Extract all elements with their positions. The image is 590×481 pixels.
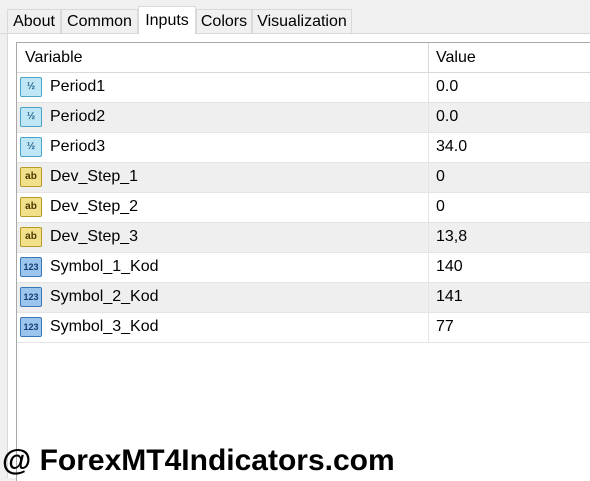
column-divider[interactable] (428, 43, 429, 72)
cell-divider (428, 253, 429, 282)
variable-name: Period2 (50, 108, 106, 125)
variable-value[interactable]: 0.0 (436, 108, 458, 126)
variable-name: Period3 (50, 138, 106, 155)
inputs-panel: Variable Value ½ Period1 0.0 ½ Period2 0.0 ½ Pe… (7, 34, 590, 481)
integer-type-icon: 123 (20, 317, 42, 337)
variable-value[interactable]: 141 (436, 288, 463, 306)
string-type-icon: ab (20, 167, 42, 187)
table-row[interactable]: ab Dev_Step_1 0 (17, 163, 590, 193)
cell-divider (428, 133, 429, 162)
variable-value[interactable]: 0 (436, 168, 445, 186)
cell-divider (428, 223, 429, 252)
watermark-text: @ ForexMT4Indicators.com (2, 444, 395, 477)
variable-name: Symbol_3_Kod (50, 318, 159, 335)
variable-value[interactable]: 0.0 (436, 78, 458, 96)
tab-common[interactable]: Common (61, 9, 138, 33)
cell-divider (428, 283, 429, 312)
variable-name: Period1 (50, 78, 106, 95)
column-header-variable[interactable]: Variable (25, 49, 83, 67)
cell-divider (428, 73, 429, 102)
tab-colors[interactable]: Colors (196, 9, 252, 33)
integer-type-icon: 123 (20, 257, 42, 277)
inputs-table: Variable Value ½ Period1 0.0 ½ Period2 0.0 ½ Pe… (16, 42, 590, 481)
variable-name: Symbol_1_Kod (50, 258, 159, 275)
double-type-icon: ½ (20, 137, 42, 157)
tab-inputs[interactable]: Inputs (138, 6, 196, 34)
variable-name: Dev_Step_1 (50, 168, 139, 185)
string-type-icon: ab (20, 197, 42, 217)
variable-name: Dev_Step_3 (50, 228, 139, 245)
cell-divider (428, 193, 429, 222)
table-row[interactable]: 123 Symbol_1_Kod 140 (17, 253, 590, 283)
variable-value[interactable]: 0 (436, 198, 445, 216)
variable-name: Dev_Step_2 (50, 198, 139, 215)
variable-value[interactable]: 34.0 (436, 138, 467, 156)
string-type-icon: ab (20, 227, 42, 247)
table-row[interactable]: 123 Symbol_2_Kod 141 (17, 283, 590, 313)
cell-divider (428, 103, 429, 132)
tab-about[interactable]: About (7, 9, 61, 33)
tab-visualization[interactable]: Visualization (252, 9, 352, 33)
tab-bar: About Common Inputs Colors Visualization (0, 0, 590, 34)
variable-value[interactable]: 77 (436, 318, 454, 336)
column-header-value[interactable]: Value (436, 49, 476, 67)
table-row[interactable]: ½ Period3 34.0 (17, 133, 590, 163)
cell-divider (428, 313, 429, 342)
integer-type-icon: 123 (20, 287, 42, 307)
table-row[interactable]: 123 Symbol_3_Kod 77 (17, 313, 590, 343)
variable-value[interactable]: 140 (436, 258, 463, 276)
table-header: Variable Value (17, 43, 590, 73)
table-row[interactable]: ½ Period1 0.0 (17, 73, 590, 103)
table-row[interactable]: ab Dev_Step_3 13,8 (17, 223, 590, 253)
variable-name: Symbol_2_Kod (50, 288, 159, 305)
table-row[interactable]: ab Dev_Step_2 0 (17, 193, 590, 223)
cell-divider (428, 163, 429, 192)
variable-value[interactable]: 13,8 (436, 228, 467, 246)
double-type-icon: ½ (20, 77, 42, 97)
table-body: ½ Period1 0.0 ½ Period2 0.0 ½ Period3 34.0 ab Dev_… (17, 73, 590, 343)
table-row[interactable]: ½ Period2 0.0 (17, 103, 590, 133)
double-type-icon: ½ (20, 107, 42, 127)
